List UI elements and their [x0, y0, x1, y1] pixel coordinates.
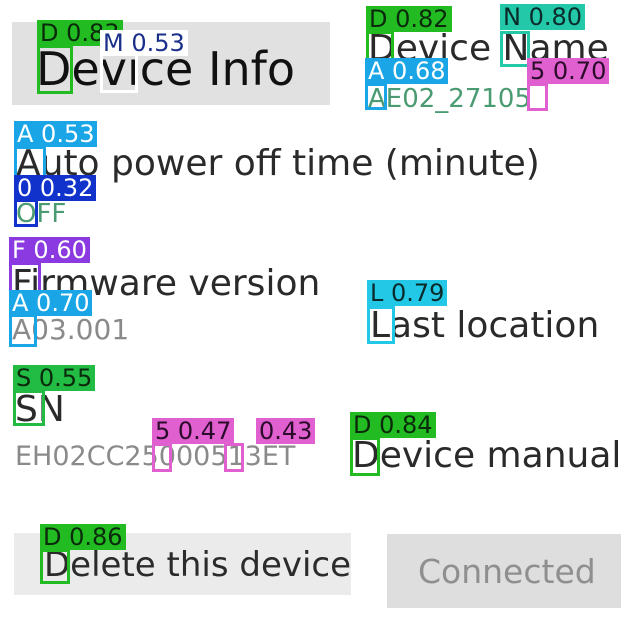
detection-tag: S 0.55	[13, 365, 96, 391]
detection-tag: 0 0.32	[14, 175, 97, 201]
detection-tag: 0.43	[256, 418, 316, 444]
detection-box	[365, 83, 387, 110]
detection-box	[527, 83, 548, 111]
detection-tag: M 0.53	[100, 30, 188, 56]
detection-tag: N 0.80	[500, 4, 586, 30]
detection-box	[500, 31, 530, 67]
detection-tag: 5 0.70	[527, 58, 610, 84]
connected-status-label: Connected	[418, 552, 596, 591]
detection-box	[367, 306, 395, 344]
detection-tag: A 0.53	[14, 121, 98, 147]
detection-box	[14, 199, 38, 227]
detection-box	[350, 437, 380, 476]
device-name-value[interactable]: AE02_27105	[368, 83, 531, 115]
detection-box	[40, 549, 70, 584]
detection-box	[152, 443, 172, 472]
device-manual-link[interactable]: Device manual	[352, 434, 621, 478]
detection-tag: A 0.68	[365, 58, 449, 84]
detection-tag: D 0.84	[350, 412, 436, 438]
detection-tag: 5 0.47	[152, 418, 235, 444]
delete-device-label: Delete this device	[44, 545, 352, 585]
detection-tag: A 0.70	[9, 290, 93, 316]
detection-tag: D 0.82	[366, 6, 452, 32]
detection-box	[9, 314, 37, 347]
detection-box	[13, 390, 45, 426]
detection-box	[224, 443, 244, 472]
detection-tag: D 0.86	[40, 524, 126, 550]
detection-box	[37, 45, 73, 94]
detection-tag: F 0.60	[9, 237, 90, 263]
last-location-label[interactable]: Last location	[370, 304, 599, 348]
detection-tag: L 0.79	[367, 280, 448, 306]
